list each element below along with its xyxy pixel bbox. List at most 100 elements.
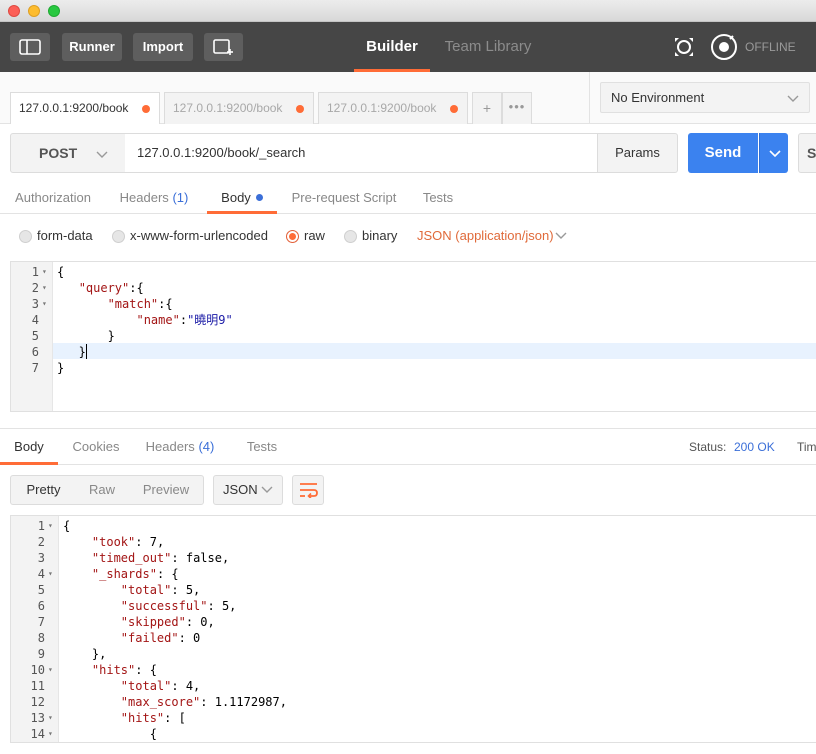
fold-toggle-icon[interactable]: ▾ xyxy=(48,521,53,531)
line-number: 2 xyxy=(31,281,39,295)
fold-toggle-icon[interactable]: ▾ xyxy=(48,665,53,675)
environment-select[interactable]: No Environment xyxy=(600,82,810,113)
sidebar-toggle-icon xyxy=(19,39,41,55)
sync-icon[interactable] xyxy=(670,34,698,60)
response-toolbar: Pretty Raw Preview JSON xyxy=(0,465,816,515)
zoom-window-button[interactable] xyxy=(48,5,60,17)
more-tabs-button[interactable]: ••• xyxy=(502,92,532,124)
unsaved-dot xyxy=(450,105,458,113)
line-number: 1 xyxy=(37,519,45,533)
save-button[interactable]: S xyxy=(798,133,816,173)
line-number: 2 xyxy=(37,535,45,549)
close-window-button[interactable] xyxy=(8,5,20,17)
request-body-editor[interactable]: 1 ▾{2 ▾ "query":{3 ▾ "match":{4 "name":"曉明9… xyxy=(10,261,816,412)
code-line: "query":{ xyxy=(78,281,144,295)
line-number: 4 xyxy=(31,313,39,327)
import-button[interactable]: Import xyxy=(133,33,193,61)
tab-tests[interactable]: Tests xyxy=(415,182,461,214)
code-line: { xyxy=(63,727,157,741)
fold-toggle-icon[interactable]: ▾ xyxy=(48,713,53,723)
wrap-lines-button[interactable] xyxy=(292,475,324,505)
new-window-button[interactable] xyxy=(204,33,243,61)
send-options-button[interactable] xyxy=(759,133,788,173)
line-number: 10 xyxy=(30,663,45,677)
code-line: "hits": { xyxy=(91,663,157,677)
headers-count: (1) xyxy=(172,190,189,205)
offline-status: OFFLINE xyxy=(745,40,796,54)
code-line: { xyxy=(63,519,71,533)
divider xyxy=(589,72,590,124)
tab-response-headers-label: Headers xyxy=(145,439,195,454)
status-label: Status: xyxy=(689,440,727,454)
request-tab[interactable]: 127.0.0.1:9200/book xyxy=(10,92,160,125)
fold-toggle-icon[interactable]: ▾ xyxy=(48,569,53,579)
url-input[interactable]: 127.0.0.1:9200/book/_search xyxy=(125,133,598,173)
code-line: "max_score": 1.1172987, xyxy=(120,695,287,709)
code-line: } xyxy=(57,345,86,359)
response-format-select[interactable]: JSON xyxy=(213,475,283,505)
params-button[interactable]: Params xyxy=(597,133,678,173)
content-type-select[interactable]: JSON (application/json) xyxy=(417,228,554,244)
request-subtabs: Authorization Headers (1) Body Pre-reque… xyxy=(0,182,816,214)
request-tab-label: 127.0.0.1:9200/book xyxy=(327,101,437,115)
request-tab[interactable]: 127.0.0.1:9200/book xyxy=(318,92,468,124)
pretty-button[interactable]: Pretty xyxy=(17,476,70,504)
chevron-down-icon[interactable] xyxy=(555,231,567,241)
active-line-highlight xyxy=(11,343,816,359)
code-line: "hits": [ xyxy=(120,711,186,725)
preview-button[interactable]: Preview xyxy=(135,476,197,504)
tab-pre-request-script[interactable]: Pre-request Script xyxy=(285,182,403,214)
response-subtabs: Body Cookies Headers (4) Tests Status: 2… xyxy=(0,428,816,465)
unsaved-dot xyxy=(296,105,304,113)
main-toolbar: Runner Import Builder Team Library OFFLI… xyxy=(0,22,816,72)
radio-form-data[interactable]: form-data xyxy=(19,228,93,244)
code-line: "name":"曉明9" xyxy=(136,313,233,327)
line-number: 5 xyxy=(37,583,45,597)
radio-x-www-form-urlencoded[interactable]: x-www-form-urlencoded xyxy=(112,228,268,244)
tab-response-body[interactable]: Body xyxy=(0,429,58,465)
satellite-icon[interactable] xyxy=(710,33,738,61)
tab-response-headers[interactable]: Headers (4) xyxy=(140,429,220,465)
sidebar-toggle-button[interactable] xyxy=(10,33,50,61)
runner-button[interactable]: Runner xyxy=(62,33,122,61)
fold-toggle-icon[interactable]: ▾ xyxy=(42,299,47,309)
tab-headers[interactable]: Headers (1) xyxy=(112,182,196,214)
chevron-down-icon xyxy=(261,486,273,493)
code-line: "failed": 0 xyxy=(120,631,201,645)
line-number: 9 xyxy=(37,647,45,661)
method-select[interactable]: POST xyxy=(10,133,126,173)
tab-cookies[interactable]: Cookies xyxy=(66,429,126,465)
line-number: 13 xyxy=(30,711,45,725)
radio-binary[interactable]: binary xyxy=(344,228,397,244)
code-line: "successful": 5, xyxy=(120,599,237,613)
body-modified-dot xyxy=(255,194,263,201)
code-line: }, xyxy=(63,647,107,661)
line-number: 6 xyxy=(31,345,39,359)
tab-body[interactable]: Body xyxy=(207,182,277,214)
request-url-bar: POST 127.0.0.1:9200/book/_search Params … xyxy=(0,124,816,182)
line-number: 3 xyxy=(37,551,45,565)
builder-tab[interactable]: Builder xyxy=(354,22,430,72)
request-tabs-bar: 127.0.0.1:9200/book 127.0.0.1:9200/book … xyxy=(0,72,816,125)
chevron-down-icon xyxy=(787,95,799,102)
fold-toggle-icon[interactable]: ▾ xyxy=(42,283,47,293)
send-button[interactable]: Send xyxy=(688,133,758,173)
response-body-viewer[interactable]: 1 ▾{2 "took": 7, 3 "timed_out": false, 4 ▾ "… xyxy=(10,515,816,743)
radio-raw[interactable]: raw xyxy=(286,228,325,244)
tab-authorization[interactable]: Authorization xyxy=(8,182,98,214)
tab-headers-label: Headers xyxy=(119,190,169,205)
minimize-window-button[interactable] xyxy=(28,5,40,17)
tab-response-tests[interactable]: Tests xyxy=(240,429,284,465)
code-line: "_shards": { xyxy=(91,567,179,581)
fold-toggle-icon[interactable]: ▾ xyxy=(48,729,53,739)
add-tab-button[interactable]: + xyxy=(472,92,502,124)
team-library-tab[interactable]: Team Library xyxy=(440,22,536,72)
request-tab[interactable]: 127.0.0.1:9200/book xyxy=(164,92,314,124)
line-number: 8 xyxy=(37,631,45,645)
fold-toggle-icon[interactable]: ▾ xyxy=(42,267,47,277)
status-value: 200 OK xyxy=(734,440,775,454)
raw-button[interactable]: Raw xyxy=(81,476,123,504)
response-view-toggle: Pretty Raw Preview xyxy=(10,475,204,505)
window-titlebar xyxy=(0,0,816,22)
tab-body-label: Body xyxy=(221,190,251,205)
